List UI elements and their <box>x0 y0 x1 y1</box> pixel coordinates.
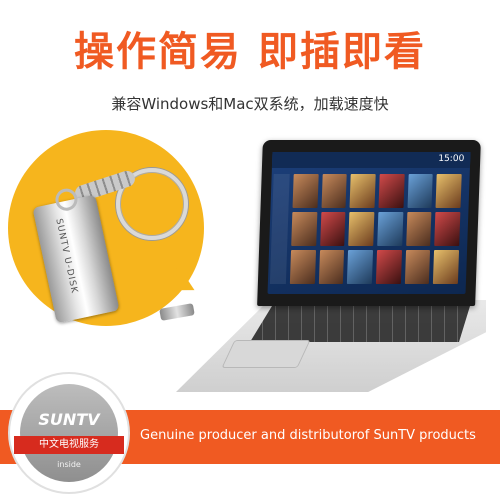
screen-thumbnail <box>405 212 432 246</box>
screen-thumbnail <box>375 250 402 284</box>
suntv-badge-logo: SUNTV 中文电视服务 inside <box>14 378 124 488</box>
screen-clock: 15:00 <box>438 154 465 164</box>
screen-top-bar: 15:00 <box>271 152 471 168</box>
screen-thumbnail <box>435 174 462 208</box>
screen-thumbnail <box>318 250 345 284</box>
screen-thumbnail <box>407 174 434 208</box>
usb-label: SUNTV U-DISK <box>53 217 80 295</box>
laptop-lid: 15:00 <box>257 140 481 306</box>
screen-thumbnail <box>433 250 460 284</box>
badge-ribbon: 中文电视服务 <box>14 436 124 454</box>
screen-thumbnail <box>378 174 405 208</box>
badge-sub: inside <box>57 460 81 469</box>
screen-thumbnail <box>434 212 461 246</box>
badge-inner: SUNTV 中文电视服务 inside <box>14 384 124 482</box>
laptop-screen: 15:00 <box>267 152 471 294</box>
screen-thumbnail <box>319 212 346 246</box>
laptop-touchpad <box>221 340 311 368</box>
badge-brand: SUNTV <box>38 410 100 429</box>
banner-text: Genuine producer and distributorof SunTV… <box>140 428 476 443</box>
screen-sidebar <box>269 174 290 284</box>
screen-thumbnail <box>289 250 316 284</box>
screen-thumbnail <box>292 174 319 208</box>
headline: 操作简易 即插即看 <box>74 29 426 75</box>
screen-thumbnail <box>291 212 318 246</box>
screen-thumbnail <box>404 250 431 284</box>
screen-thumbnail <box>321 174 348 208</box>
screen-thumbnail-grid <box>289 174 462 284</box>
screen-thumbnail <box>347 250 374 284</box>
laptop-keyboard <box>250 306 470 342</box>
subheadline: 兼容Windows和Mac双系统，加载速度快 <box>111 95 389 113</box>
screen-thumbnail <box>377 212 404 246</box>
screen-thumbnail <box>349 174 376 208</box>
screen-thumbnail <box>348 212 375 246</box>
